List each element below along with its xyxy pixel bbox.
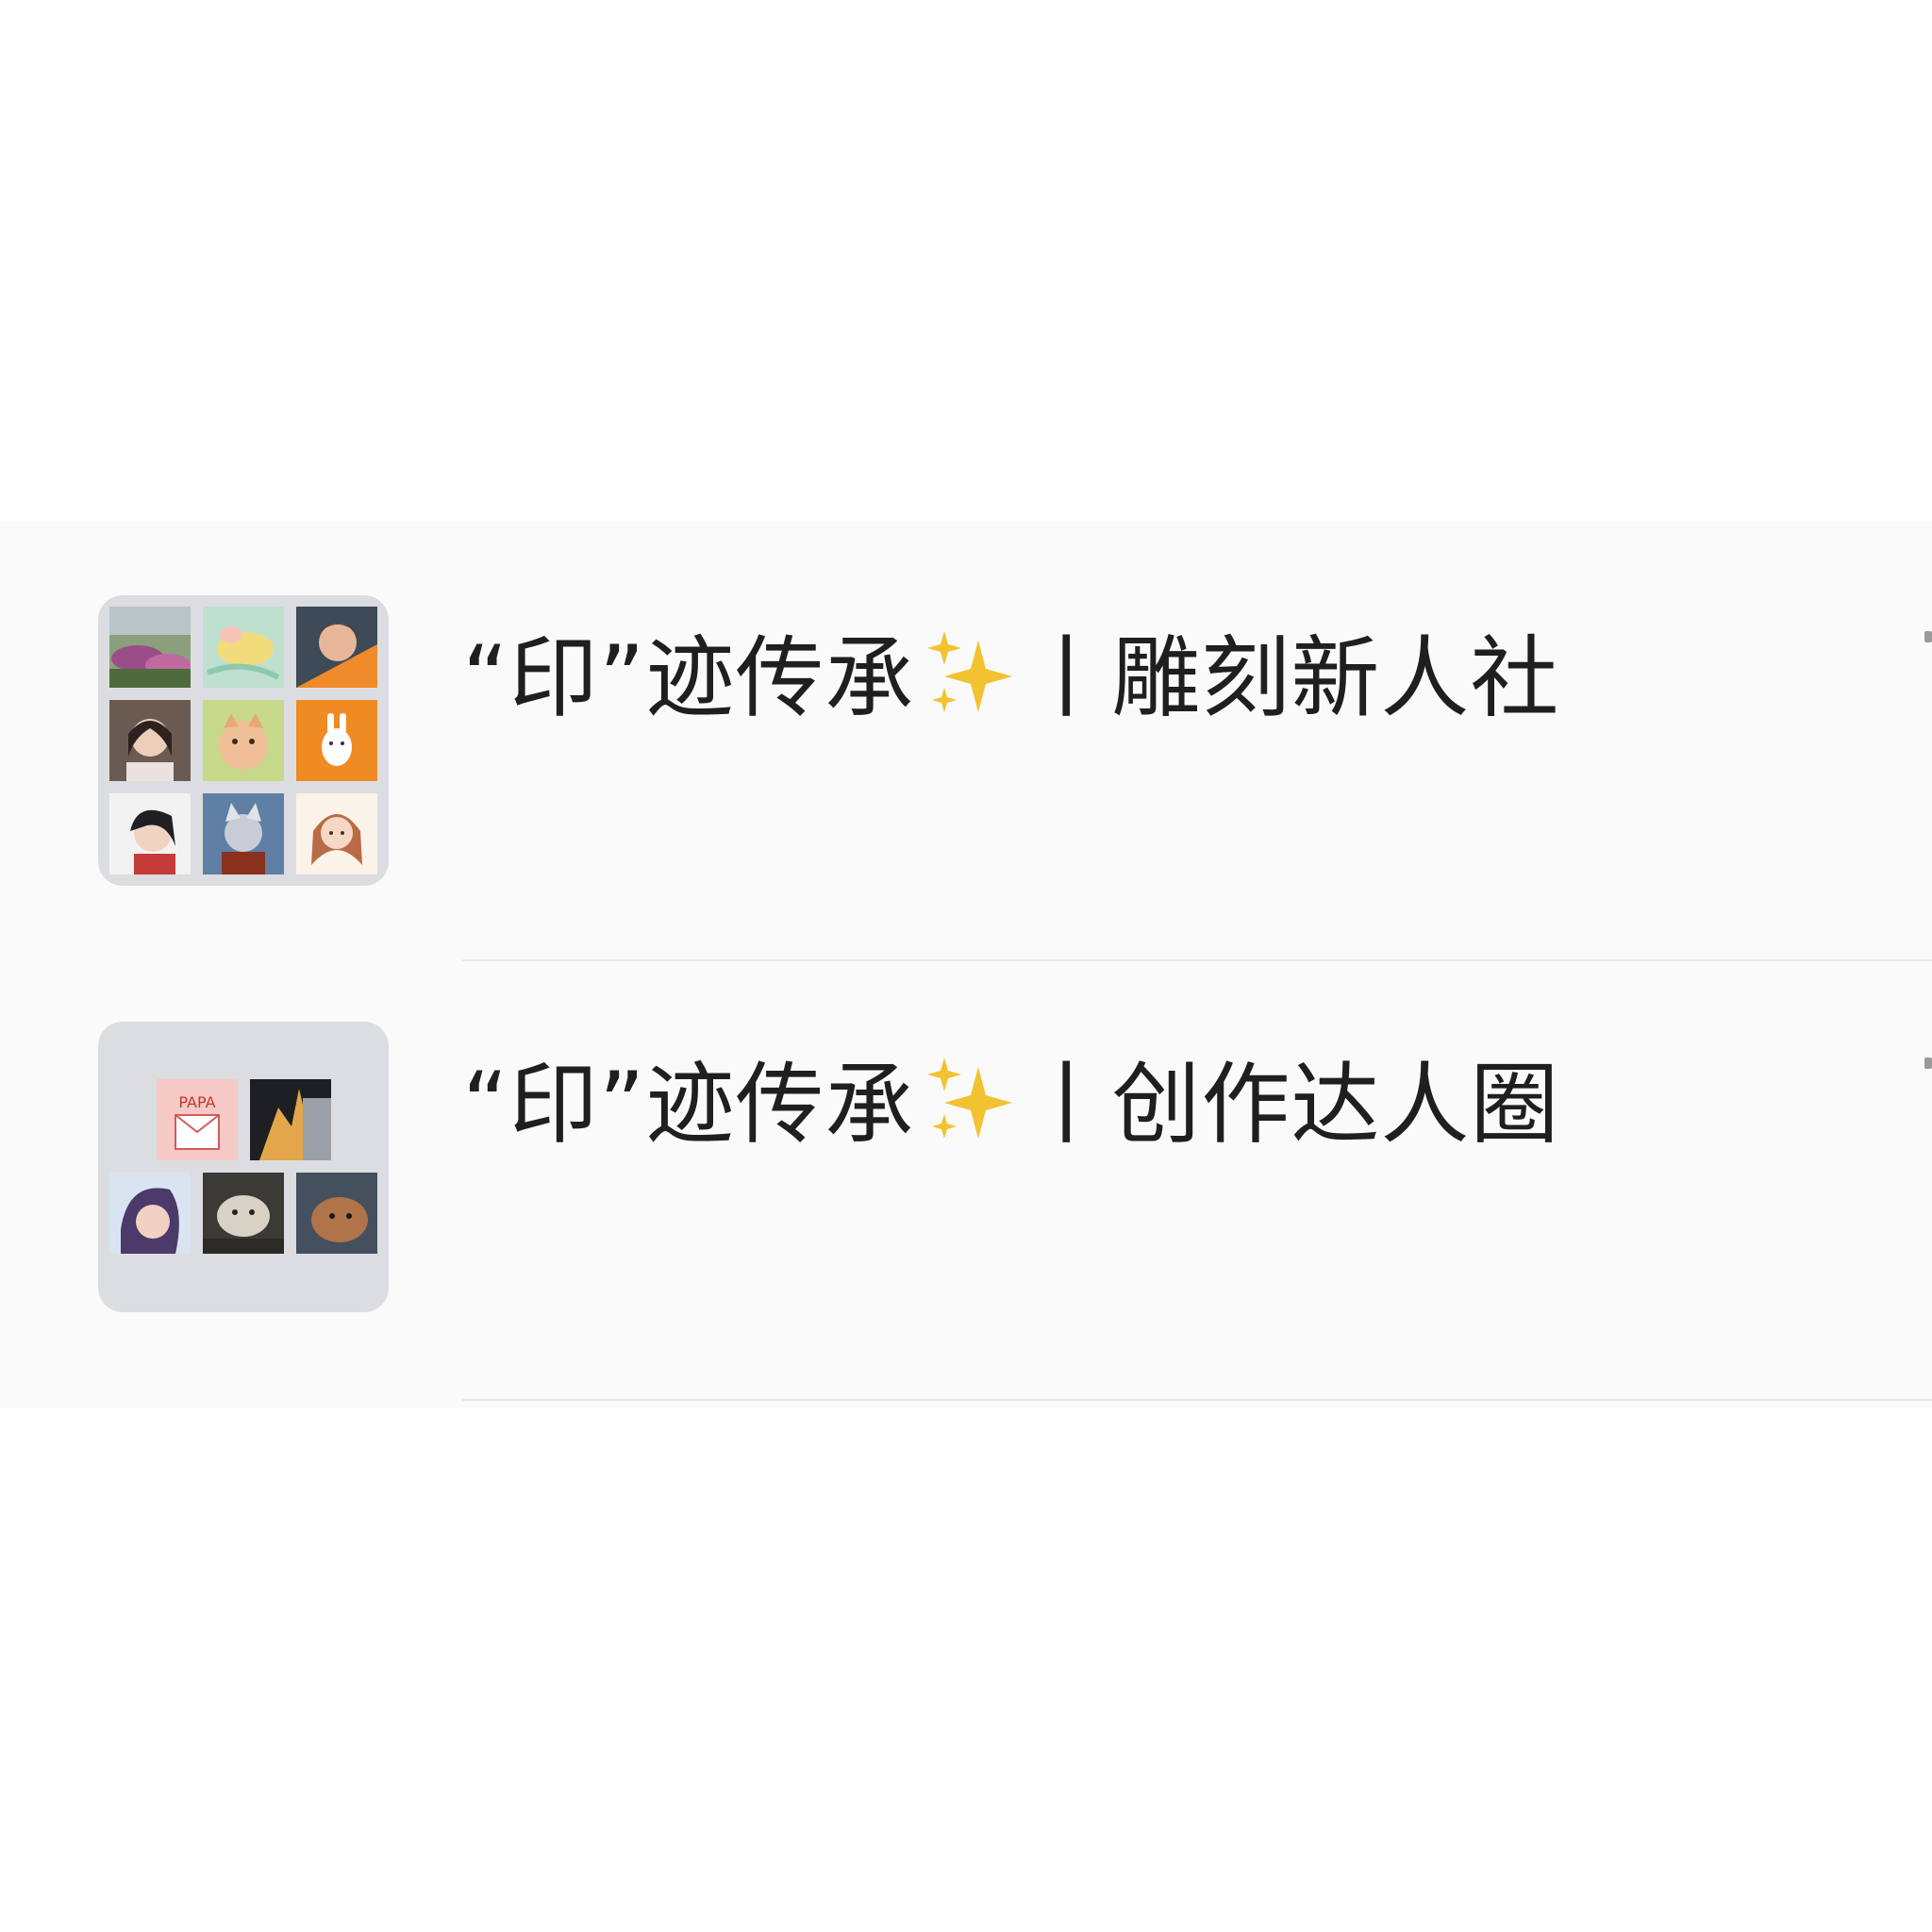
member-avatar — [203, 607, 284, 688]
svg-text:PAPA: PAPA — [178, 1093, 215, 1111]
member-avatar — [203, 793, 284, 874]
member-avatar: PAPA — [157, 1079, 238, 1160]
chat-title-suffix: 雕刻新人社 — [1111, 626, 1560, 730]
member-avatar — [296, 700, 377, 781]
chat-list: “印”迹传承 丨雕刻新人社 PAPA “印”迹传承 丨创作达人圈 — [0, 522, 1932, 1408]
sparkles-icon — [920, 625, 1014, 742]
title-separator: 丨 — [1022, 626, 1112, 730]
member-avatar — [296, 607, 377, 688]
chat-title: “印”迹传承 丨雕刻新人社 — [462, 625, 1560, 730]
member-avatar — [203, 1173, 284, 1254]
member-avatar — [296, 793, 377, 874]
member-avatar — [109, 607, 191, 688]
member-avatar — [109, 1173, 191, 1254]
member-avatar — [296, 1173, 377, 1254]
chat-title-prefix: “印”迹传承 — [462, 1053, 915, 1157]
member-avatar — [203, 700, 284, 781]
sparkles-icon — [920, 1052, 1014, 1169]
chat-title-prefix: “印”迹传承 — [462, 626, 915, 730]
row-divider — [462, 1399, 1932, 1401]
screen: “印”迹传承 丨雕刻新人社 PAPA “印”迹传承 丨创作达人圈 — [0, 0, 1932, 1932]
chat-row-group-1[interactable]: “印”迹传承 丨雕刻新人社 — [0, 522, 1932, 961]
chat-title: “印”迹传承 丨创作达人圈 — [462, 1052, 1560, 1157]
group-avatar-grid: PAPA — [98, 1022, 389, 1312]
member-avatar — [250, 1079, 331, 1160]
group-avatar-grid — [98, 595, 389, 886]
member-avatar — [109, 700, 191, 781]
chat-row-group-2[interactable]: PAPA “印”迹传承 丨创作达人圈 — [0, 961, 1932, 1401]
edge-indicator — [1924, 1058, 1932, 1069]
edge-indicator — [1924, 631, 1932, 642]
chat-title-suffix: 创作达人圈 — [1111, 1053, 1560, 1157]
title-separator: 丨 — [1022, 1053, 1112, 1157]
member-avatar — [109, 793, 191, 874]
